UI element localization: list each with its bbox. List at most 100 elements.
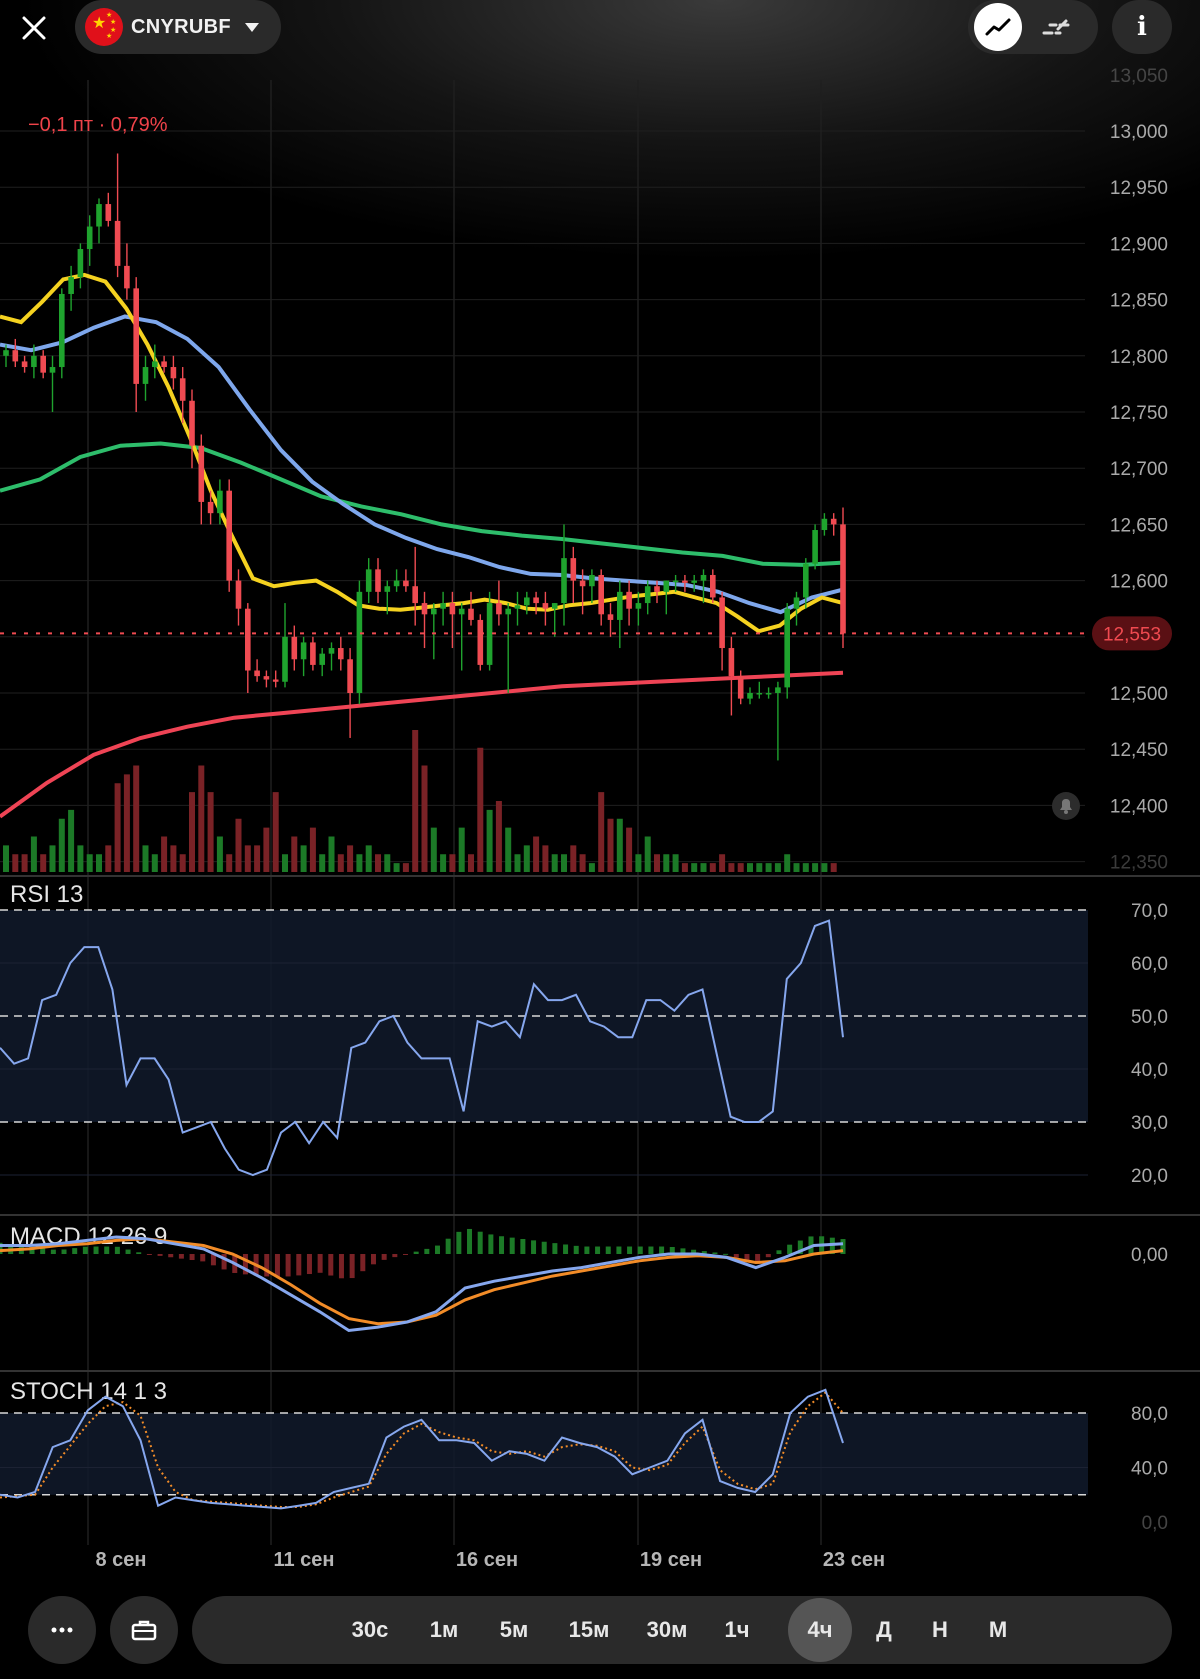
macd-histogram-bar <box>360 1254 366 1272</box>
volume-bar <box>133 765 140 872</box>
date-axis-label: 19 сен <box>640 1549 702 1571</box>
macd-histogram-bar <box>637 1246 643 1254</box>
macd-histogram-bar <box>168 1254 174 1258</box>
candle-body <box>542 603 549 609</box>
volume-bar <box>691 863 698 872</box>
timeframe-day[interactable]: Д <box>864 1596 904 1664</box>
candle-body <box>152 361 158 368</box>
macd-histogram-bar <box>72 1248 78 1254</box>
date-axis-label: 11 сен <box>273 1549 334 1571</box>
candle-body <box>589 574 595 587</box>
volume-bar <box>495 801 502 872</box>
macd-histogram-bar <box>499 1236 505 1254</box>
candle-body <box>170 367 177 379</box>
volume-bar <box>96 854 102 872</box>
candle-body <box>579 580 586 587</box>
candle-body <box>179 378 186 401</box>
volume-bar <box>821 863 828 872</box>
candle-body <box>49 367 56 373</box>
ticker-name: CNYRUBF <box>131 15 231 38</box>
candle-body <box>59 293 65 368</box>
volume-bar <box>616 818 623 872</box>
info-button[interactable]: i <box>1112 0 1172 54</box>
rsi-axis-label: 20,0 <box>1131 1166 1168 1187</box>
candle-body <box>319 653 325 665</box>
stoch-axis-label: 0,0 <box>1142 1513 1168 1534</box>
volume-bar <box>468 854 474 872</box>
candle-body <box>421 603 428 615</box>
candle-body <box>328 648 335 654</box>
chart-type-toggle <box>968 0 1098 54</box>
volume-bar <box>319 854 326 872</box>
alert-bell-icon[interactable] <box>1052 792 1080 820</box>
close-icon[interactable] <box>14 8 54 48</box>
timeframe-5m[interactable]: 5м <box>488 1596 540 1664</box>
timeframe-30m[interactable]: 30м <box>634 1596 700 1664</box>
macd-histogram-bar <box>456 1231 462 1254</box>
candle-body <box>68 277 74 294</box>
volume-bar <box>486 809 493 872</box>
line-chart-icon[interactable] <box>974 3 1022 51</box>
candle-body <box>747 693 753 699</box>
macd-histogram-bar <box>595 1246 601 1254</box>
macd-histogram-bar <box>285 1254 291 1277</box>
macd-histogram-bar <box>712 1252 718 1254</box>
volume-bar <box>523 845 530 872</box>
volume-bar <box>737 863 744 872</box>
macd-histogram-bar <box>338 1254 344 1279</box>
volume-bar <box>681 863 688 872</box>
candle-body <box>142 367 149 384</box>
timeframe-1m[interactable]: 1м <box>418 1596 470 1664</box>
candle-body <box>412 586 418 604</box>
ticker-selector[interactable]: ★ ★ ★ ★ ★ CNYRUBF <box>75 0 281 54</box>
timeframe-30s[interactable]: 30с <box>340 1596 400 1664</box>
more-icon <box>51 1627 73 1633</box>
volume-bar <box>58 818 65 872</box>
more-button[interactable] <box>28 1596 96 1664</box>
volume-bar <box>635 854 642 872</box>
candle-body <box>840 524 846 634</box>
chart-area[interactable]: 13,050 13,000 12,950 12,900 12,850 12,800 12,7… <box>0 0 1200 1590</box>
candle-body <box>263 676 270 680</box>
macd-histogram-bar <box>787 1244 793 1254</box>
candle-body <box>21 361 28 368</box>
volume-bar <box>626 827 633 872</box>
candle-body <box>719 597 725 649</box>
volume-bar <box>282 854 288 872</box>
volume-bar <box>644 836 651 872</box>
macd-histogram-bar <box>317 1254 323 1273</box>
timeframe-1h[interactable]: 1ч <box>712 1596 762 1664</box>
volume-bar <box>774 863 781 872</box>
volume-bar <box>170 845 177 872</box>
portfolio-button[interactable] <box>110 1596 178 1664</box>
price-axis-label: 13,000 <box>1110 122 1168 143</box>
candle-body <box>161 361 167 368</box>
timeframe-15m[interactable]: 15м <box>556 1596 622 1664</box>
volume-bar <box>440 854 447 872</box>
candle-body <box>468 608 474 620</box>
price-change: −0,1 пт · 0,79% <box>28 114 168 136</box>
candle-body <box>672 580 679 583</box>
macd-histogram-bar <box>541 1241 547 1254</box>
macd-histogram-bar <box>328 1254 334 1276</box>
volume-bar <box>719 854 726 872</box>
candle-body <box>663 580 670 592</box>
volume-bar <box>142 845 149 872</box>
candle-body <box>458 608 465 615</box>
timeframe-4h[interactable]: 4ч <box>788 1598 852 1662</box>
candle-body <box>347 659 353 693</box>
candle-body <box>700 574 707 581</box>
volume-bar <box>430 827 437 872</box>
date-axis-label: 16 сен <box>456 1549 518 1571</box>
timeframe-week[interactable]: Н <box>920 1596 960 1664</box>
volume-bar <box>412 730 419 872</box>
timeframe-month[interactable]: М <box>976 1596 1020 1664</box>
price-axis-label: 12,600 <box>1110 572 1168 593</box>
candles-chart-icon[interactable] <box>1032 3 1080 51</box>
candle-body <box>291 636 298 660</box>
price-axis-label: 12,900 <box>1110 234 1168 255</box>
macd-histogram-bar <box>627 1246 633 1254</box>
macd-histogram-bar <box>563 1244 569 1254</box>
macd-histogram-bar <box>488 1234 494 1254</box>
candle-body <box>3 350 9 356</box>
